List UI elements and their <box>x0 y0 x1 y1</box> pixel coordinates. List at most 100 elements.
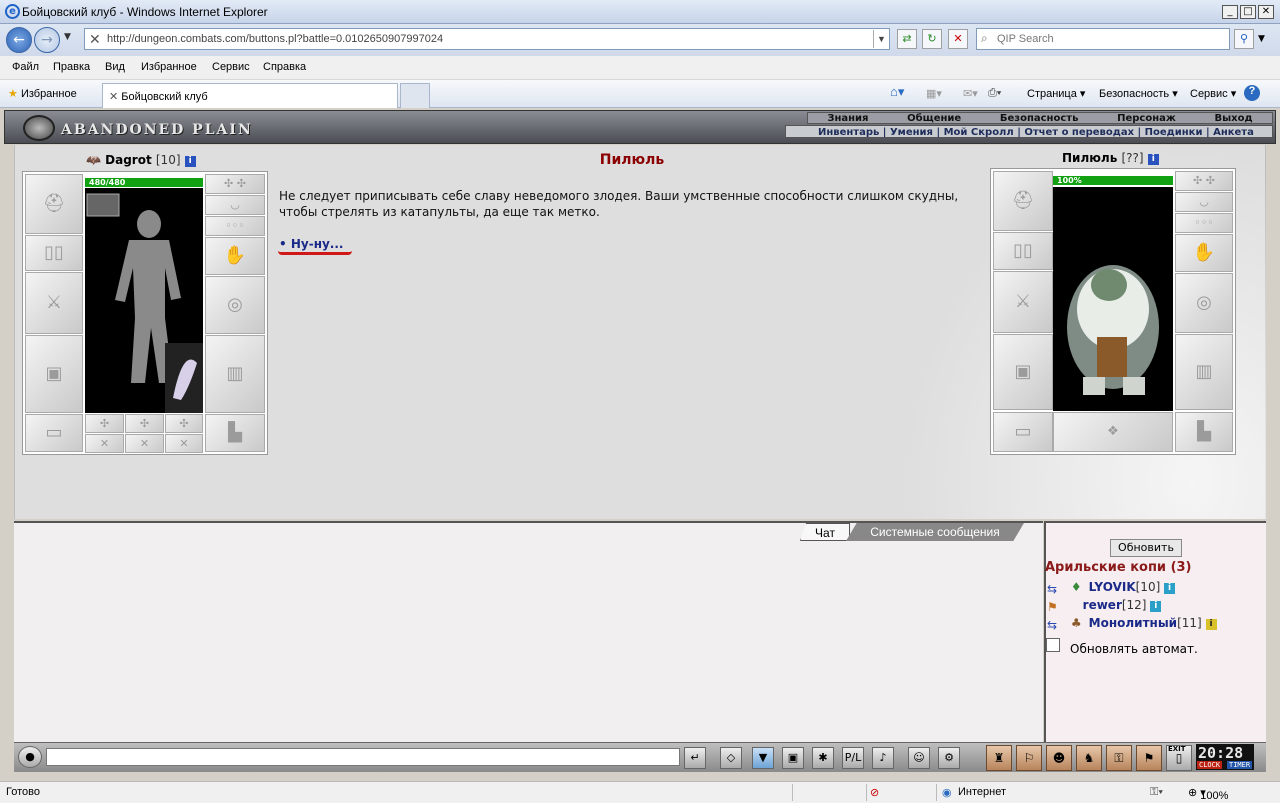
forward-button[interactable]: → <box>34 27 60 53</box>
protected-mode-icon[interactable]: ⊘ <box>870 786 879 799</box>
belt-slot[interactable]: ▭ <box>25 414 83 452</box>
search-icon[interactable]: ⚲ <box>1234 29 1254 49</box>
enemy-bracers-slot[interactable]: ▯▯ <box>993 232 1053 270</box>
player-list-name[interactable]: rewer <box>1083 598 1122 612</box>
address-dropdown-icon[interactable]: ▼ <box>873 30 889 48</box>
private-message-icon[interactable]: ⇆ <box>1047 582 1067 596</box>
zoom-control[interactable]: ⊕ 100% ▾ <box>1188 786 1228 802</box>
player-list-name[interactable]: LYOVIK <box>1089 580 1136 594</box>
enemy-info-icon[interactable]: i <box>1147 154 1159 165</box>
tab-chat[interactable]: Чат <box>800 523 850 541</box>
shield-slot[interactable]: ◎ <box>205 276 265 334</box>
menu-edit[interactable]: Правка <box>53 61 90 73</box>
filter-icon[interactable]: ▼ <box>752 747 774 769</box>
rune-slot-1[interactable]: ✕ <box>85 434 124 453</box>
nav-exit[interactable]: Выход <box>1215 113 1253 124</box>
menu-tools[interactable]: Сервис <box>212 61 250 73</box>
tab-active[interactable]: ✕ Бойцовский клуб <box>102 83 398 108</box>
bracers-slot[interactable]: ▯▯ <box>25 235 83 271</box>
help-icon[interactable]: ? <box>1244 85 1260 101</box>
player-list-info-icon[interactable]: i <box>1150 601 1162 612</box>
battle-status-icon[interactable]: ⚑ <box>1047 600 1067 614</box>
friends-icon[interactable]: ☻ <box>1046 745 1072 771</box>
enemy-emblem-slot[interactable]: ❖ <box>1053 412 1173 452</box>
player-list-name[interactable]: Монолитный <box>1089 616 1177 630</box>
safety-menu[interactable]: Безопасность ▾ <box>1099 87 1178 100</box>
clan-icon[interactable]: ♞ <box>1076 745 1102 771</box>
rings-row-slot[interactable]: ◦◦◦ <box>205 216 265 236</box>
enemy-name[interactable]: Пилюль <box>1062 151 1117 165</box>
enemy-rings-row-slot[interactable]: ◦◦◦ <box>1175 213 1233 233</box>
player-name[interactable]: Dagrot <box>105 153 152 167</box>
player-list-info-icon[interactable]: i <box>1205 619 1217 630</box>
sound-icon[interactable]: ♪ <box>872 747 894 769</box>
player-list-info-icon[interactable]: i <box>1164 583 1176 594</box>
enemy-shield-slot[interactable]: ◎ <box>1175 273 1233 333</box>
enemy-legs-slot[interactable]: ▥ <box>1175 334 1233 410</box>
tab-system-messages[interactable]: Системные сообщения <box>846 523 1024 541</box>
history-dropdown-icon[interactable]: ▼ <box>64 32 71 42</box>
gloves-slot[interactable]: ✋ <box>205 237 265 275</box>
page-menu[interactable]: Страница ▾ <box>1027 87 1085 100</box>
nav-security[interactable]: Безопасность <box>1000 113 1079 124</box>
emotion-icon[interactable]: ✱ <box>812 747 834 769</box>
smiles-icon[interactable]: ☺ <box>908 747 930 769</box>
weapon-slot[interactable]: ⚔ <box>25 272 83 334</box>
rune-slot-3[interactable]: ✕ <box>165 434 203 453</box>
nav-communication[interactable]: Общение <box>907 113 961 124</box>
search-input[interactable]: ⌕ QIP Search <box>976 28 1230 50</box>
nav-battles[interactable]: Поединки <box>1145 127 1203 138</box>
enemy-belt-slot[interactable]: ▭ <box>993 412 1053 452</box>
nav-transfers[interactable]: Отчет о переводах <box>1024 127 1134 138</box>
dialog-answer-link[interactable]: • Ну-ну... <box>279 237 343 251</box>
new-tab-button[interactable] <box>400 83 430 108</box>
nav-inventory[interactable]: Инвентарь <box>818 127 879 138</box>
enemy-amulet-slot[interactable]: ◡ <box>1175 192 1233 212</box>
refresh-button[interactable]: Обновить <box>1110 539 1182 557</box>
security-icon[interactable]: ⚿▾ <box>1150 786 1163 799</box>
compat-view-icon[interactable]: ⇄ <box>897 29 917 49</box>
chat-head-icon[interactable]: ● <box>18 746 42 768</box>
auto-refresh-checkbox[interactable] <box>1046 638 1060 652</box>
refresh-icon[interactable]: ↻ <box>922 29 942 49</box>
ring-slot-3[interactable]: ✣ <box>165 414 203 433</box>
nav-knowledge[interactable]: Знания <box>827 113 868 124</box>
private-message-icon[interactable]: ⇆ <box>1047 618 1067 632</box>
nav-profile[interactable]: Анкета <box>1213 127 1254 138</box>
player-info-icon[interactable]: i <box>184 156 196 167</box>
translit-icon[interactable]: P/L <box>842 747 864 769</box>
enemy-helmet-slot[interactable]: ⛑ <box>993 171 1053 231</box>
search-options-icon[interactable]: ▼ <box>1258 34 1265 44</box>
save-log-icon[interactable]: ▣ <box>782 747 804 769</box>
exit-icon[interactable]: EXIT ▯ <box>1166 745 1192 771</box>
minimize-button[interactable]: _ <box>1222 5 1238 19</box>
lock-icon[interactable]: ⚿ <box>1106 745 1132 771</box>
chat-input[interactable] <box>46 748 680 766</box>
amulet-slot[interactable]: ◡ <box>205 195 265 215</box>
back-button[interactable]: ← <box>6 27 32 53</box>
tools-menu[interactable]: Сервис ▾ <box>1190 87 1236 100</box>
nav-character[interactable]: Персонаж <box>1117 113 1176 124</box>
legs-slot[interactable]: ▥ <box>205 335 265 413</box>
ring-slot-1[interactable]: ✣ <box>85 414 124 433</box>
inventory-bag-icon[interactable]: ♜ <box>986 745 1012 771</box>
boots-slot[interactable]: ▙ <box>205 414 265 452</box>
nav-skills[interactable]: Умения <box>890 127 933 138</box>
menu-view[interactable]: Вид <box>105 61 125 73</box>
home-icon[interactable]: ⌂▾ <box>890 84 904 100</box>
eraser-icon[interactable]: ◇ <box>720 747 742 769</box>
timer-label[interactable]: TIMER <box>1227 761 1253 769</box>
enemy-armor-slot[interactable]: ▣ <box>993 334 1053 410</box>
close-button[interactable]: ✕ <box>1258 5 1274 19</box>
send-icon[interactable]: ↵ <box>684 747 706 769</box>
feeds-icon[interactable]: ▦▾ <box>926 87 942 100</box>
maximize-button[interactable]: □ <box>1240 5 1256 19</box>
flag-icon[interactable]: ⚑ <box>1136 745 1162 771</box>
nav-scroll[interactable]: Мой Скролл <box>944 127 1014 138</box>
clock-label[interactable]: CLOCK <box>1197 761 1223 769</box>
rune-slot-2[interactable]: ✕ <box>125 434 164 453</box>
favorites-button[interactable]: ★ Избранное <box>8 87 77 100</box>
enemy-earrings-slot[interactable]: ✣ ✣ <box>1175 171 1233 191</box>
armor-slot[interactable]: ▣ <box>25 335 83 413</box>
menu-help[interactable]: Справка <box>263 61 306 73</box>
